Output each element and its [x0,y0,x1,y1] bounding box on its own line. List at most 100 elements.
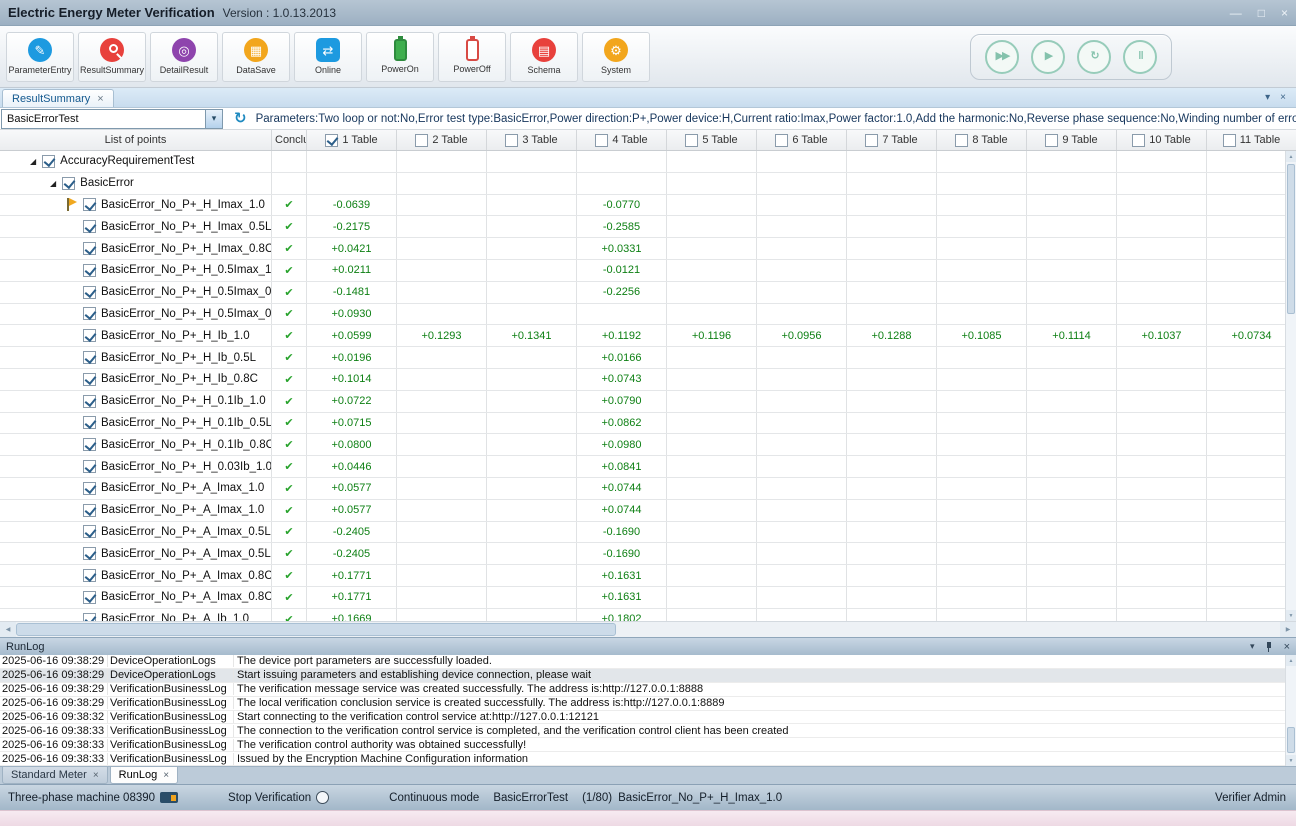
column-checkbox[interactable] [955,134,968,147]
toolbar-button-datasave[interactable]: ▦DataSave [222,32,290,82]
toolbar-button-parameterentry[interactable]: ✎ParameterEntry [6,32,74,82]
scroll-up-icon[interactable]: ▲ [1286,151,1296,162]
scroll-up-icon[interactable]: ▲ [1286,655,1296,666]
stop-verification-toggle[interactable] [316,791,329,804]
row-checkbox[interactable] [83,438,96,451]
scroll-down-icon[interactable]: ▼ [1286,610,1296,621]
toolbar-button-online[interactable]: ⇄Online [294,32,362,82]
table-row[interactable]: BasicError_No_P+_H_0.5Imax_1.0✔+0.0211-0… [0,260,1296,282]
tab-list-dropdown-icon[interactable]: ▾ [1265,92,1270,103]
chevron-down-icon[interactable]: ▾ [205,110,222,128]
table-row[interactable]: BasicError_No_P+_H_0.1Ib_0.5L✔+0.0715+0.… [0,413,1296,435]
column-checkbox[interactable] [595,134,608,147]
row-checkbox[interactable] [83,220,96,233]
table-row[interactable]: BasicError_No_P+_A_Ib_1.0✔+0.1669+0.1802 [0,609,1296,621]
table-row[interactable]: BasicError_No_P+_H_0.03Ib_1.0✔+0.0446+0.… [0,456,1296,478]
close-icon[interactable]: × [97,93,103,105]
toolbar-button-system[interactable]: ⚙System [582,32,650,82]
tree-expander-icon[interactable]: ◢ [30,157,36,166]
bottom-tab-runlog[interactable]: RunLog× [110,767,178,784]
row-checkbox[interactable] [83,613,96,621]
log-row[interactable]: 2025-06-16 09:38:33VerificationBusinessL… [0,724,1296,738]
table-row[interactable]: BasicError_No_P+_A_Imax_0.5L✔-0.2405-0.1… [0,543,1296,565]
tree-expander-icon[interactable]: ◢ [50,179,56,188]
row-checkbox[interactable] [83,351,96,364]
runlog-vertical-scrollbar[interactable]: ▲ ▼ [1285,655,1296,766]
pin-icon[interactable] [1265,642,1274,652]
row-checkbox[interactable] [83,264,96,277]
scrollbar-thumb[interactable] [1287,727,1295,753]
row-checkbox[interactable] [83,504,96,517]
close-icon[interactable]: × [1281,7,1288,19]
maximize-icon[interactable]: □ [1258,7,1265,19]
fast-forward-button[interactable]: ▶▶ [985,40,1019,74]
grid-vertical-scrollbar[interactable]: ▲ ▼ [1285,151,1296,621]
column-checkbox[interactable] [1132,134,1145,147]
dropdown-icon[interactable]: ▾ [1250,641,1255,652]
tab-resultsummary[interactable]: ResultSummary × [2,89,114,107]
column-checkbox[interactable] [415,134,428,147]
row-checkbox[interactable] [83,416,96,429]
log-row[interactable]: 2025-06-16 09:38:29DeviceOperationLogsSt… [0,669,1296,683]
table-row[interactable]: BasicError_No_P+_A_Imax_1.0✔+0.0577+0.07… [0,478,1296,500]
table-row[interactable]: BasicError_No_P+_H_Ib_0.5L✔+0.0196+0.016… [0,347,1296,369]
test-select[interactable]: BasicErrorTest ▾ [1,109,223,129]
grid-horizontal-scrollbar[interactable]: ◀ ▶ [0,621,1296,637]
tabstrip-close-icon[interactable]: × [1280,92,1286,103]
table-row[interactable]: BasicError_No_P+_H_0.1Ib_1.0✔+0.0722+0.0… [0,391,1296,413]
play-button[interactable]: ▶ [1031,40,1065,74]
row-checkbox[interactable] [42,155,55,168]
close-icon[interactable]: × [163,770,169,781]
log-row[interactable]: 2025-06-16 09:38:33VerificationBusinessL… [0,752,1296,766]
scroll-down-icon[interactable]: ▼ [1286,755,1296,766]
close-icon[interactable]: × [93,770,99,781]
row-checkbox[interactable] [83,591,96,604]
column-checkbox[interactable] [505,134,518,147]
table-row[interactable]: BasicError_No_P+_H_Imax_0.5L✔-0.2175-0.2… [0,216,1296,238]
toolbar-button-poweron[interactable]: PowerOn [366,32,434,82]
toolbar-button-resultsummary[interactable]: ResultSummary [78,32,146,82]
log-row[interactable]: 2025-06-16 09:38:29DeviceOperationLogsTh… [0,655,1296,669]
row-checkbox[interactable] [83,547,96,560]
column-checkbox[interactable] [685,134,698,147]
row-checkbox[interactable] [83,329,96,342]
scrollbar-thumb[interactable] [16,623,616,636]
table-row[interactable]: BasicError_No_P+_A_Imax_1.0✔+0.0577+0.07… [0,500,1296,522]
table-row[interactable]: BasicError_No_P+_H_0.5Imax_0.8C✔+0.0930 [0,304,1296,326]
row-checkbox[interactable] [83,286,96,299]
row-checkbox[interactable] [62,177,75,190]
row-checkbox[interactable] [83,242,96,255]
row-checkbox[interactable] [83,395,96,408]
row-checkbox[interactable] [83,460,96,473]
log-row[interactable]: 2025-06-16 09:38:32VerificationBusinessL… [0,711,1296,725]
log-row[interactable]: 2025-06-16 09:38:29VerificationBusinessL… [0,697,1296,711]
row-checkbox[interactable] [83,525,96,538]
table-row[interactable]: BasicError_No_P+_H_Imax_1.0✔-0.0639-0.07… [0,195,1296,217]
table-row[interactable]: BasicError_No_P+_A_Imax_0.8C✔+0.1771+0.1… [0,565,1296,587]
row-checkbox[interactable] [83,307,96,320]
column-checkbox[interactable] [865,134,878,147]
log-row[interactable]: 2025-06-16 09:38:29VerificationBusinessL… [0,683,1296,697]
bottom-tab-standard-meter[interactable]: Standard Meter× [2,767,108,784]
scroll-left-icon[interactable]: ◀ [0,622,16,637]
row-checkbox[interactable] [83,482,96,495]
toolbar-button-schema[interactable]: ▤Schema [510,32,578,82]
table-row[interactable]: BasicError_No_P+_H_Ib_0.8C✔+0.1014+0.074… [0,369,1296,391]
table-row[interactable]: BasicError_No_P+_H_0.1Ib_0.8C✔+0.0800+0.… [0,434,1296,456]
pause-button[interactable]: ‖ [1123,40,1157,74]
table-row[interactable]: BasicError_No_P+_H_Ib_1.0✔+0.0599+0.1293… [0,325,1296,347]
row-checkbox[interactable] [83,373,96,386]
toolbar-button-poweroff[interactable]: PowerOff [438,32,506,82]
column-checkbox[interactable] [325,134,338,147]
refresh-icon[interactable]: ↻ [234,111,247,126]
log-row[interactable]: 2025-06-16 09:38:33VerificationBusinessL… [0,738,1296,752]
minimize-icon[interactable]: — [1230,7,1242,19]
table-row[interactable]: ◢BasicError [0,173,1296,195]
column-checkbox[interactable] [775,134,788,147]
scrollbar-thumb[interactable] [1287,164,1295,314]
row-checkbox[interactable] [83,198,96,211]
loop-button[interactable]: ↻ [1077,40,1111,74]
table-row[interactable]: BasicError_No_P+_A_Imax_0.8C✔+0.1771+0.1… [0,587,1296,609]
table-row[interactable]: BasicError_No_P+_A_Imax_0.5L✔-0.2405-0.1… [0,522,1296,544]
row-checkbox[interactable] [83,569,96,582]
